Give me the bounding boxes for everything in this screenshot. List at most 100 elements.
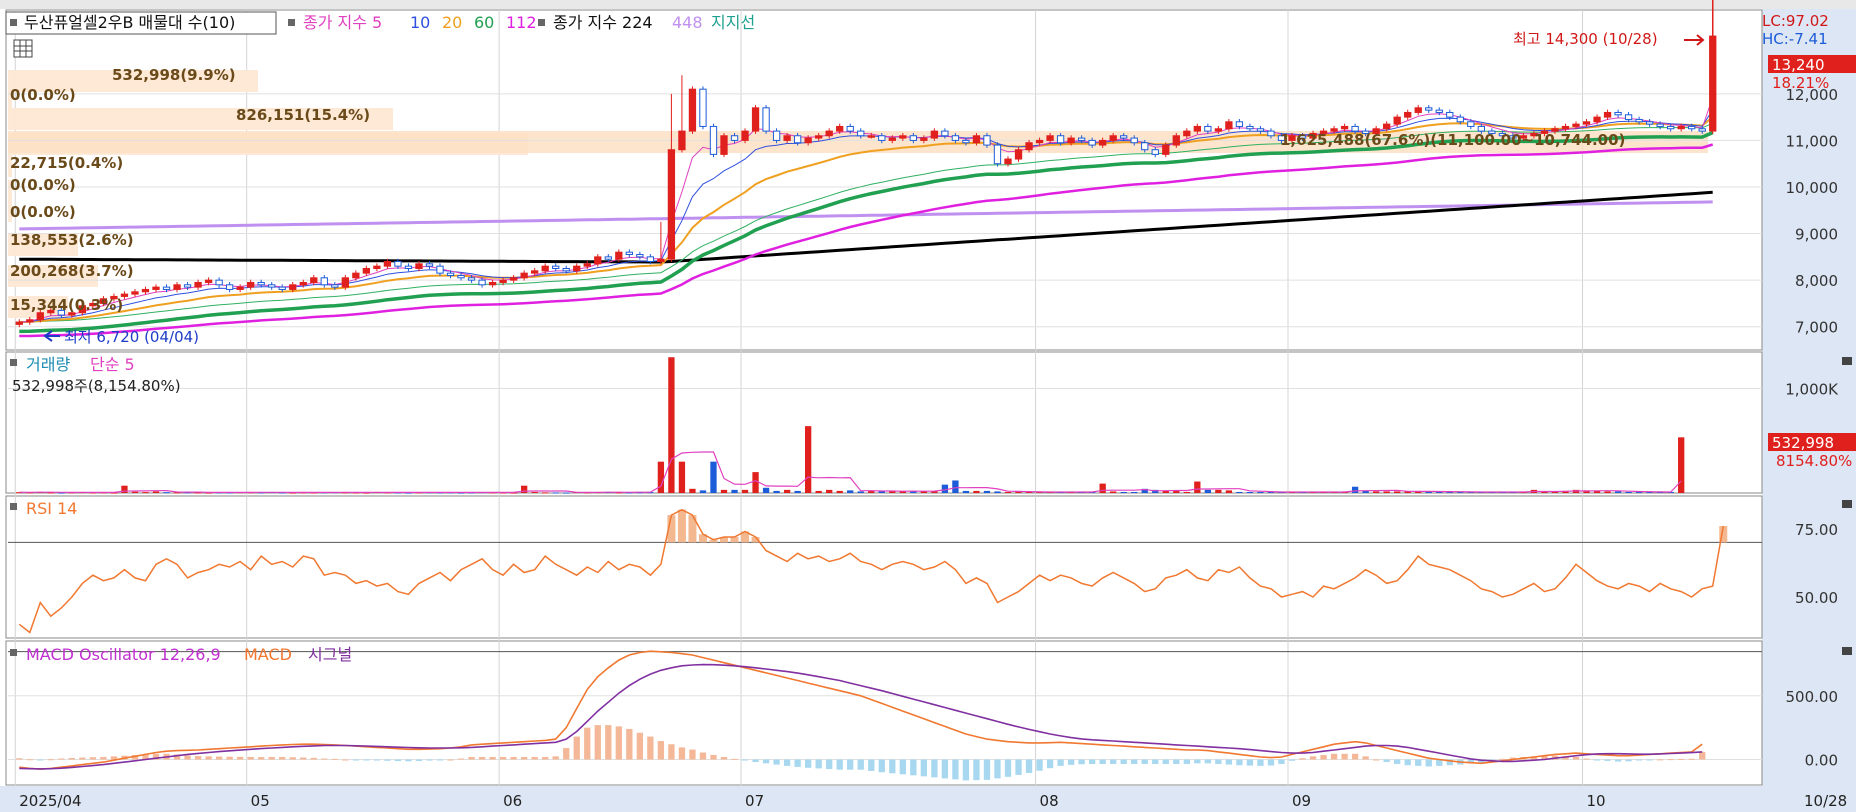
legend-support-label: 지지선 (711, 13, 755, 32)
volume-bar (983, 490, 991, 493)
macd-oscillator-bar (910, 759, 917, 776)
candle-body (1614, 111, 1622, 116)
candle-body (183, 284, 192, 288)
candle-body (878, 135, 886, 141)
candle-body (278, 286, 286, 290)
candle-body (594, 256, 602, 265)
macd-oscillator-bar (1036, 759, 1043, 771)
lc-label: LC:97.02 (1762, 12, 1829, 30)
candle-body (373, 265, 381, 269)
macd-oscillator-bar (1088, 759, 1096, 764)
stock-chart[interactable]: 2025/04 05 06 07 08 09 10 10/28 7,000 8,000 9,000 1… (0, 0, 1856, 812)
volume-bar (1394, 491, 1401, 493)
macd-oscillator-bar (678, 747, 686, 760)
candle-body (257, 281, 265, 286)
macd-oscillator-bar (310, 757, 317, 760)
candle-body (247, 281, 255, 288)
candle-body (1035, 139, 1044, 144)
candle-body (1025, 142, 1033, 151)
candle-body (341, 277, 349, 288)
macd-oscillator-bar (1635, 759, 1643, 761)
candle-body (1151, 149, 1159, 155)
volume-profile-label: 22,715(0.4%) (10, 154, 123, 172)
candle-body (646, 256, 655, 263)
macd-oscillator-bar (1372, 759, 1380, 761)
candle-body (320, 277, 328, 286)
candle-body (215, 279, 223, 286)
macd-oscillator-bar (510, 756, 517, 760)
candle-body (1435, 109, 1443, 113)
candle-body (604, 256, 612, 260)
candle-body (1593, 116, 1601, 123)
volume-bar (741, 489, 749, 493)
volume-bar (1551, 491, 1559, 493)
candle-body (678, 130, 686, 151)
volume-bar (689, 488, 696, 493)
macd-bullet-icon (10, 649, 17, 656)
macd-oscillator-bar (1120, 759, 1127, 764)
macd-oscillator-bar (342, 759, 349, 761)
candle-body (741, 130, 749, 141)
candle-body (867, 135, 875, 138)
macd-oscillator-bar (1425, 759, 1432, 767)
legend-ma-label: 종가 지수 5 (303, 13, 382, 32)
candle-body (531, 270, 539, 274)
volume-bar (563, 492, 570, 494)
macd-oscillator-bar (1614, 759, 1622, 762)
candle-body (289, 284, 297, 290)
candle-body (1204, 125, 1212, 132)
macd-oscillator-bar (1362, 756, 1369, 760)
candle-body (446, 272, 455, 276)
volume-bar (731, 489, 738, 493)
macd-oscillator-bar (1415, 759, 1422, 766)
candle-body (625, 251, 633, 256)
candle-body (562, 267, 570, 272)
candle-body (552, 265, 560, 269)
candle-body (573, 265, 581, 272)
candle-body (1572, 123, 1580, 127)
candle-body (825, 130, 833, 137)
candle-body (488, 281, 497, 286)
candle-body (541, 265, 549, 272)
rsi-bullet-icon (10, 503, 17, 510)
volume-bar (1351, 486, 1359, 493)
high-price-annotation: 최고 14,300 (10/28) (1513, 30, 1658, 48)
macd-oscillator-bar (1299, 758, 1306, 760)
current-price-label: 13,240 (1772, 56, 1825, 74)
macd-oscillator-bar (1152, 759, 1159, 764)
x-tick-label: 06 (503, 792, 522, 810)
macd-oscillator-bar (1246, 759, 1254, 766)
macd-oscillator-bar (1330, 753, 1338, 760)
candle-body (1077, 137, 1086, 141)
macd-oscillator-bar (983, 759, 991, 780)
candle-body (509, 277, 518, 281)
candle-body (1099, 139, 1107, 146)
volume-bar (1614, 491, 1622, 493)
macd-oscillator-bar (1099, 759, 1106, 764)
macd-oscillator-bar (1110, 759, 1117, 764)
volume-bar (794, 490, 801, 493)
candle-body (1456, 116, 1464, 123)
macd-oscillator-bar (941, 759, 949, 779)
macd-oscillator-bar (1351, 753, 1359, 760)
pane-collapse-icon (1842, 647, 1852, 655)
macd-oscillator-bar (321, 758, 328, 760)
macd-oscillator-bar (37, 759, 44, 761)
volume-bar (962, 490, 970, 493)
candle-body (1677, 125, 1685, 130)
macd-oscillator-bar (1267, 759, 1275, 766)
volume-bar (836, 490, 843, 493)
candle-body (615, 251, 623, 260)
macd-oscillator-bar (426, 759, 433, 761)
rsi-tick-label: 50.00 (1795, 589, 1838, 607)
macd-oscillator-bar (1046, 759, 1054, 769)
macd-oscillator-bar (1215, 759, 1222, 764)
volume-profile-label: 15,344(0.3%) (10, 296, 123, 314)
macd-oscillator-bar (952, 759, 959, 780)
candle-body (1141, 142, 1149, 151)
volume-bar (1183, 491, 1190, 493)
macd-oscillator-bar (258, 757, 265, 760)
candle-body (520, 272, 528, 279)
volume-bar (1604, 491, 1611, 493)
macd-oscillator-bar (647, 736, 654, 760)
